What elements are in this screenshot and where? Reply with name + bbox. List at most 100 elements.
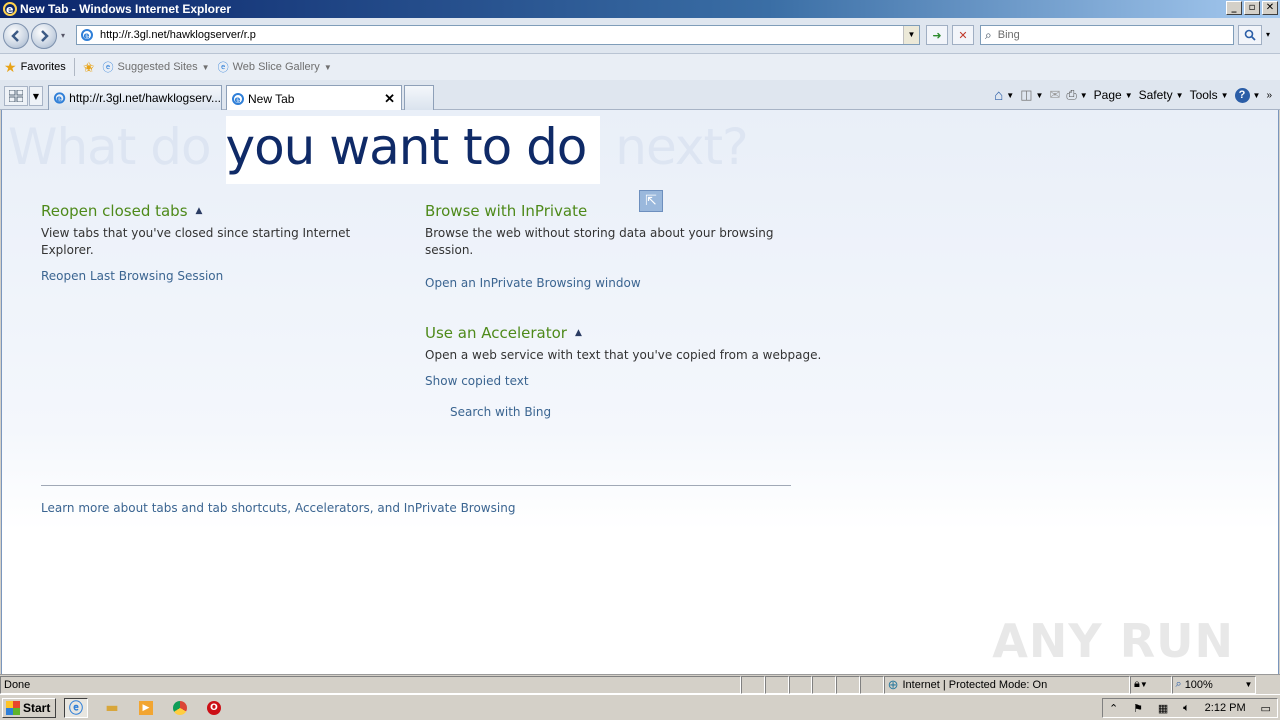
search-options-dropdown-icon[interactable]: ▾ <box>1262 25 1274 45</box>
home-button[interactable]: ⌂ ▼ <box>994 87 1014 104</box>
taskbar-opera[interactable]: O <box>202 698 226 718</box>
page-icon: e <box>81 29 93 42</box>
page-menu[interactable]: Page ▼ <box>1094 88 1133 102</box>
stop-button[interactable]: ✕ <box>952 25 974 45</box>
chevron-down-icon: ▼ <box>1220 90 1229 100</box>
help-menu[interactable]: ? ▼ <box>1234 87 1261 103</box>
status-pane <box>788 675 813 694</box>
action-center-flag-icon[interactable]: ⚑ <box>1133 702 1143 715</box>
search-icon: ⌕ <box>985 27 992 42</box>
accelerator-heading[interactable]: Use an Accelerator ▲ <box>425 324 582 342</box>
close-tab-icon[interactable]: ✕ <box>384 91 395 107</box>
zone-text: Internet | Protected Mode: On <box>902 678 1048 691</box>
svg-text:e: e <box>56 93 62 103</box>
reopen-title: Reopen closed tabs <box>41 202 188 220</box>
reopen-last-session-link[interactable]: Reopen Last Browsing Session <box>41 269 223 283</box>
tab-list-dropdown[interactable]: ▼ <box>29 86 43 106</box>
address-bar[interactable]: e http://r.3gl.net/hawklogserver/r.p ▼ <box>76 25 920 45</box>
add-favorite-star-icon: ✬ <box>82 58 95 75</box>
chevron-down-icon: ▼ <box>1139 680 1148 689</box>
status-text: Done <box>0 675 741 694</box>
tools-menu[interactable]: Tools ▼ <box>1190 88 1229 102</box>
print-button[interactable]: ⎙ ▼ <box>1066 87 1087 103</box>
show-desktop-icon[interactable]: ▭ <box>1261 702 1271 715</box>
security-zone[interactable]: ⊕ Internet | Protected Mode: On <box>883 675 1131 694</box>
add-to-favorites-bar-button[interactable]: ✬ <box>79 56 99 78</box>
mail-icon: ✉ <box>1049 87 1061 102</box>
status-pane <box>812 675 837 694</box>
close-window-button[interactable]: ✕ <box>1262 1 1278 15</box>
globe-icon: ⊕ <box>887 676 899 692</box>
start-button[interactable]: Start <box>2 698 56 718</box>
zoom-control[interactable]: ⌕ 100% ▼ <box>1171 675 1257 694</box>
recent-pages-dropdown-icon[interactable]: ▾ <box>61 31 65 40</box>
web-slice-gallery-label: Web Slice Gallery <box>232 61 320 73</box>
tab-title: http://r.3gl.net/hawklogserv... <box>69 91 221 105</box>
suggested-sites-label: Suggested Sites <box>117 61 198 73</box>
tools-menu-label: Tools <box>1189 88 1218 102</box>
maximize-button[interactable]: ▫ <box>1244 1 1260 15</box>
page-headline: What do you want to do next? <box>8 116 749 184</box>
media-player-icon: ▶ <box>139 701 153 715</box>
title-bar: e New Tab - Windows Internet Explorer _ … <box>0 0 1280 18</box>
taskbar-explorer[interactable]: ▬ <box>100 698 124 718</box>
back-button[interactable] <box>3 23 29 49</box>
svg-text:e: e <box>6 3 13 16</box>
status-pane <box>741 675 765 694</box>
web-slice-gallery-button[interactable]: ⓔ Web Slice Gallery ▼ <box>214 56 336 78</box>
feeds-button[interactable]: ◫ ▼ <box>1020 87 1043 103</box>
forward-button[interactable] <box>31 23 57 49</box>
reopen-description: View tabs that you've closed since start… <box>41 226 351 257</box>
protected-mode-button[interactable]: 🔒︎ ▼ <box>1130 675 1172 694</box>
zoom-level: 100% <box>1184 678 1213 691</box>
new-tab-button[interactable] <box>404 85 434 110</box>
show-copied-text-link[interactable]: Show copied text <box>425 374 529 388</box>
search-button[interactable] <box>1238 25 1262 45</box>
chevron-down-icon: ▼ <box>1175 90 1184 100</box>
status-pane <box>859 675 884 694</box>
taskbar-chrome[interactable] <box>168 698 192 718</box>
svg-text:e: e <box>235 95 241 105</box>
suggested-sites-button[interactable]: ⓔ Suggested Sites ▼ <box>99 56 214 78</box>
system-tray: ⌃ ⚑ ▦ 🔈︎ 2:12 PM ▭ <box>1102 698 1278 718</box>
open-inprivate-window-link[interactable]: Open an InPrivate Browsing window <box>425 276 641 290</box>
network-icon[interactable]: ▦ <box>1158 702 1168 715</box>
headline-highlight: you want to do <box>225 116 601 184</box>
popout-arrow-icon[interactable]: ⇱ <box>639 190 663 212</box>
chevron-down-icon: ▼ <box>323 62 332 72</box>
taskbar-media-player[interactable]: ▶ <box>134 698 158 718</box>
taskbar-internet-explorer[interactable]: ⓔ <box>64 698 88 718</box>
clock[interactable]: 2:12 PM <box>1205 702 1246 714</box>
tab-hawklogserver[interactable]: e http://r.3gl.net/hawklogserv... <box>48 85 222 110</box>
search-with-bing-link[interactable]: Search with Bing <box>450 405 551 419</box>
opera-icon: O <box>207 701 221 715</box>
reopen-closed-tabs-heading[interactable]: Reopen closed tabs ▲ <box>41 202 202 220</box>
minimize-button[interactable]: _ <box>1226 1 1242 15</box>
chevron-down-icon: ▼ <box>32 91 40 101</box>
volume-icon[interactable]: 🔈︎ <box>1183 702 1190 715</box>
headline-suffix: next? <box>600 118 748 176</box>
show-hidden-icons-chevron-icon[interactable]: ⌃ <box>1109 702 1118 715</box>
inprivate-title: Browse with InPrivate <box>425 202 588 220</box>
read-mail-button[interactable]: ✉ <box>1049 87 1060 103</box>
quick-tabs-button[interactable] <box>4 86 28 106</box>
go-button[interactable]: ➜ <box>926 25 948 45</box>
chevron-down-icon: ▼ <box>1252 90 1261 100</box>
search-box[interactable]: ⌕ Bing <box>980 25 1234 45</box>
tab-new-tab[interactable]: e New Tab ✕ <box>226 85 402 111</box>
home-icon: ⌂ <box>994 86 1004 104</box>
address-dropdown-icon[interactable]: ▼ <box>903 26 919 44</box>
more-commands-chevron-icon[interactable]: » <box>1266 90 1272 101</box>
favorites-button[interactable]: ★ Favorites <box>0 56 70 78</box>
address-url: http://r.3gl.net/hawklogserver/r.p <box>100 29 256 41</box>
start-label: Start <box>23 701 51 715</box>
zoom-magnifier-icon: ⌕ <box>1175 678 1182 690</box>
ie-page-icon: ⓔ <box>102 62 114 74</box>
ie-page-icon: e <box>53 92 66 104</box>
tab-title: New Tab <box>248 91 295 106</box>
divider <box>73 58 75 76</box>
quick-tabs-grid-icon <box>9 90 23 102</box>
chevron-down-icon: ▼ <box>1079 90 1088 100</box>
learn-more-link[interactable]: Learn more about tabs and tab shortcuts,… <box>41 501 515 515</box>
safety-menu[interactable]: Safety ▼ <box>1139 88 1184 102</box>
